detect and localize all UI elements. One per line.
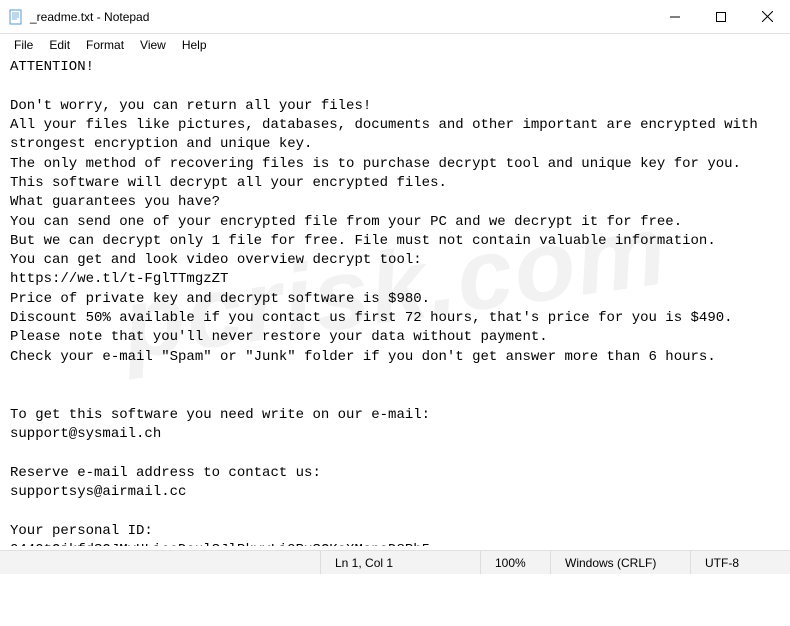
close-button[interactable] — [744, 0, 790, 33]
menubar: File Edit Format View Help — [0, 34, 790, 56]
minimize-button[interactable] — [652, 0, 698, 33]
menu-file[interactable]: File — [6, 36, 41, 54]
window-controls — [652, 0, 790, 33]
statusbar: Ln 1, Col 1 100% Windows (CRLF) UTF-8 — [0, 550, 790, 574]
menu-edit[interactable]: Edit — [41, 36, 78, 54]
maximize-button[interactable] — [698, 0, 744, 33]
status-encoding: UTF-8 — [690, 551, 790, 574]
status-zoom: 100% — [480, 551, 550, 574]
text-content[interactable]: ATTENTION! Don't worry, you can return a… — [0, 56, 790, 546]
titlebar: _readme.txt - Notepad — [0, 0, 790, 34]
window-title: _readme.txt - Notepad — [30, 10, 652, 24]
status-spacer — [0, 551, 320, 574]
menu-help[interactable]: Help — [174, 36, 215, 54]
menu-view[interactable]: View — [132, 36, 174, 54]
status-lineending: Windows (CRLF) — [550, 551, 690, 574]
menu-format[interactable]: Format — [78, 36, 132, 54]
status-position: Ln 1, Col 1 — [320, 551, 480, 574]
notepad-icon — [8, 9, 24, 25]
